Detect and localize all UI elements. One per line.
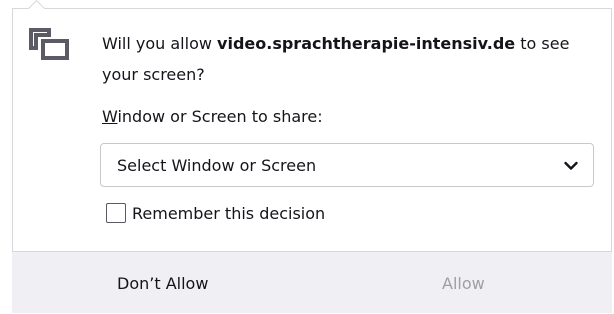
- remember-label: Remember this decision: [132, 203, 326, 223]
- remember-checkbox[interactable]: [106, 203, 126, 223]
- window-screen-select[interactable]: Select Window or Screen: [100, 143, 594, 187]
- select-value: Select Window or Screen: [117, 156, 317, 175]
- message-prefix: Will you allow: [102, 34, 218, 53]
- site-name: video.sprachtherapie-intensiv.de: [217, 34, 516, 53]
- chevron-down-icon: [564, 161, 578, 170]
- panel-arrow: [25, 0, 47, 9]
- permission-message: Will you allow video.sprachtherapie-inte…: [102, 28, 602, 90]
- button-bar: Don’t Allow Allow: [12, 251, 612, 313]
- allow-button[interactable]: Allow: [442, 252, 485, 314]
- screen-share-icon: [29, 28, 69, 60]
- dont-allow-button[interactable]: Don’t Allow: [117, 252, 208, 314]
- share-label: Window or Screen to share:: [102, 107, 323, 126]
- remember-decision-option[interactable]: Remember this decision: [106, 202, 325, 224]
